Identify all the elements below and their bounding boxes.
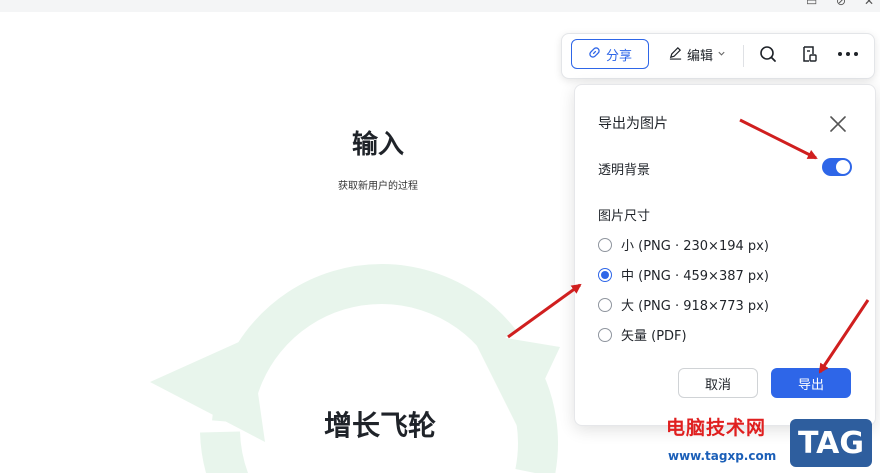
search-icon[interactable] bbox=[755, 41, 781, 67]
export-doc-icon[interactable] bbox=[796, 41, 822, 67]
window-control-icon[interactable]: ▭ bbox=[806, 0, 817, 8]
radio-button[interactable] bbox=[598, 297, 612, 312]
diagram-center-title: 增长飞轮 bbox=[323, 409, 436, 442]
close-icon[interactable] bbox=[827, 113, 849, 135]
edit-label: 编辑 bbox=[687, 48, 714, 64]
export-button[interactable]: 导出 bbox=[771, 368, 851, 398]
flywheel-arc-left bbox=[200, 430, 249, 473]
share-label: 分享 bbox=[605, 48, 632, 64]
window-top-strip: ▭ ⊘ ✕ bbox=[0, 0, 880, 12]
option-label: 矢量 (PDF) bbox=[621, 329, 687, 344]
radio-button-checked[interactable] bbox=[598, 267, 612, 282]
option-label: 中 (PNG · 459×387 px) bbox=[621, 269, 769, 284]
share-button[interactable]: 分享 bbox=[571, 39, 649, 69]
edit-button[interactable]: 编辑 bbox=[664, 39, 738, 69]
option-label: 小 (PNG · 230×194 px) bbox=[621, 239, 769, 254]
watermark-site-name: 电脑技术网 bbox=[666, 417, 767, 439]
option-label: 大 (PNG · 918×773 px) bbox=[621, 299, 769, 314]
stage-title-input: 输入 bbox=[351, 130, 404, 160]
dialog-title: 导出为图片 bbox=[598, 116, 668, 132]
watermark-tag-logo: TAG bbox=[790, 419, 872, 467]
window-control-icon[interactable]: ⊘ bbox=[836, 0, 846, 8]
close-window-icon[interactable]: ✕ bbox=[864, 0, 874, 8]
export-image-dialog: 导出为图片 透明背景 图片尺寸 小 (PNG · 230×194 px) 中 (… bbox=[574, 84, 876, 426]
stage-subtitle: 获取新用户的过程 bbox=[338, 181, 418, 192]
flywheel-arc-top bbox=[212, 264, 516, 424]
watermark-url: www.tagxp.com bbox=[668, 449, 777, 463]
size-option-vector[interactable]: 矢量 (PDF) bbox=[598, 325, 687, 344]
toggle-knob bbox=[836, 160, 850, 174]
pencil-icon bbox=[668, 45, 683, 64]
radio-button[interactable] bbox=[598, 327, 612, 342]
image-size-label: 图片尺寸 bbox=[598, 209, 651, 224]
flywheel-arrowhead-left bbox=[150, 337, 265, 442]
link-icon bbox=[588, 46, 601, 63]
size-option-medium[interactable]: 中 (PNG · 459×387 px) bbox=[598, 265, 769, 284]
toolbar-divider bbox=[743, 45, 744, 67]
radio-button[interactable] bbox=[598, 237, 612, 252]
transparent-background-toggle[interactable] bbox=[822, 158, 852, 176]
cancel-button[interactable]: 取消 bbox=[678, 368, 758, 398]
transparent-background-label: 透明背景 bbox=[598, 163, 651, 178]
chevron-down-icon bbox=[717, 47, 726, 62]
size-option-large[interactable]: 大 (PNG · 918×773 px) bbox=[598, 295, 769, 314]
size-option-small[interactable]: 小 (PNG · 230×194 px) bbox=[598, 235, 769, 254]
more-icon[interactable] bbox=[835, 41, 861, 67]
document-toolbar: 分享 编辑 bbox=[561, 33, 875, 79]
